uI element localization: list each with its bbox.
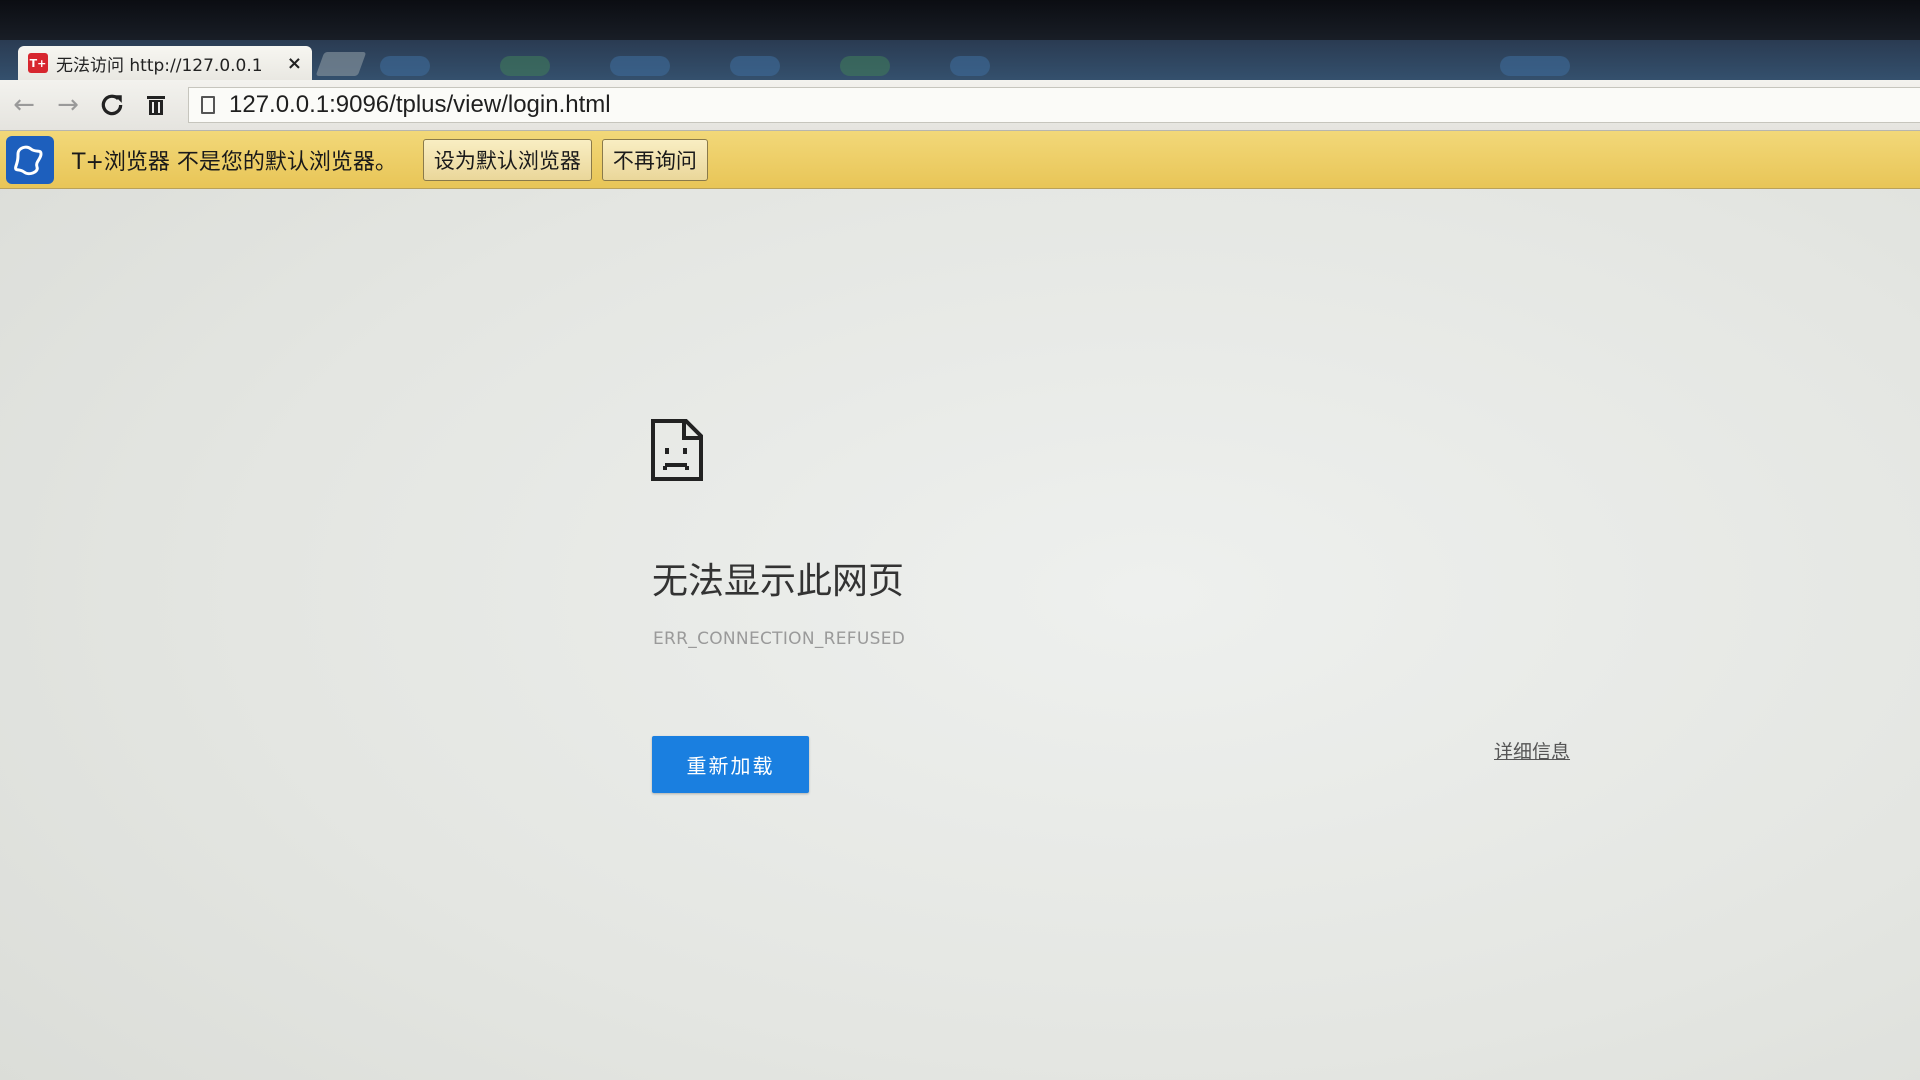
screen-bezel — [0, 0, 1920, 44]
error-title: 无法显示此网页 — [652, 561, 905, 602]
tab-strip: T+ 无法访问 http://127.0.0.1 × — [0, 40, 1920, 80]
url-text[interactable]: 127.0.0.1:9096/tplus/view/login.html — [229, 91, 611, 119]
background-blur — [1500, 56, 1570, 76]
background-blur — [840, 56, 890, 76]
background-blur — [610, 56, 670, 76]
tab-active[interactable]: T+ 无法访问 http://127.0.0.1 × — [18, 46, 312, 80]
new-tab-button[interactable] — [315, 52, 367, 76]
toolbar: ← → 127.0.0.1:9096/tplus/view/login.html — [0, 80, 1920, 131]
trash-icon[interactable] — [136, 85, 176, 125]
background-blur — [380, 56, 430, 76]
swirl-logo-icon — [14, 145, 43, 175]
infobar-message: T+浏览器 不是您的默认浏览器。 — [72, 149, 397, 175]
page-icon — [201, 96, 215, 114]
tab-close-icon[interactable]: × — [287, 53, 302, 74]
reload-button[interactable]: 重新加载 — [652, 736, 809, 793]
background-blur — [730, 56, 780, 76]
default-browser-infobar: T+浏览器 不是您的默认浏览器。 设为默认浏览器 不再询问 — [0, 131, 1920, 189]
address-bar[interactable]: 127.0.0.1:9096/tplus/view/login.html — [188, 87, 1920, 123]
tab-favicon-icon: T+ — [28, 53, 48, 73]
dont-ask-again-button[interactable]: 不再询问 — [601, 138, 708, 181]
tab-title: 无法访问 http://127.0.0.1 — [56, 55, 263, 76]
set-default-browser-button[interactable]: 设为默认浏览器 — [422, 138, 592, 181]
details-link[interactable]: 详细信息 — [1494, 737, 1570, 764]
sad-page-icon — [651, 419, 703, 481]
reload-glyph-icon — [101, 94, 123, 116]
trash-glyph-icon — [147, 96, 165, 115]
forward-arrow-icon[interactable]: → — [48, 85, 88, 125]
back-arrow-icon[interactable]: ← — [4, 85, 44, 125]
background-blur — [950, 56, 990, 76]
reload-icon[interactable] — [92, 85, 132, 125]
browser-logo-icon — [6, 135, 54, 184]
browser-window: T+ 无法访问 http://127.0.0.1 × ← → 127.0.0.1… — [0, 0, 1920, 1080]
background-blur — [500, 56, 550, 76]
error-code: ERR_CONNECTION_REFUSED — [653, 629, 906, 649]
